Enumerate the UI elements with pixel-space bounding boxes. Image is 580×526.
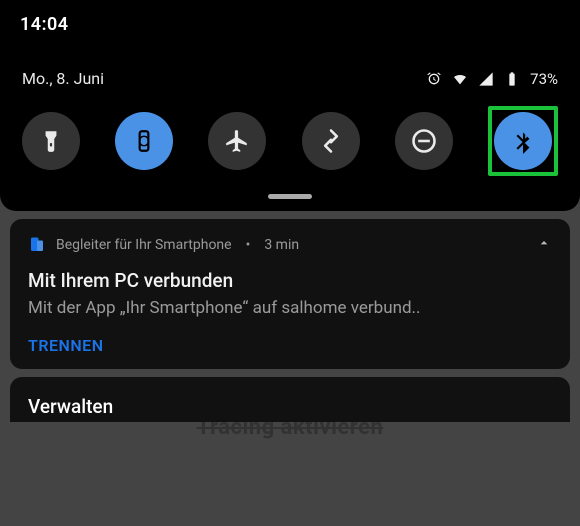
notification-card[interactable]: Begleiter für Ihr Smartphone • 3 min Mit… bbox=[10, 219, 570, 369]
status-bar: 14:04 bbox=[0, 0, 580, 43]
disconnect-button[interactable]: TRENNEN bbox=[28, 336, 552, 355]
quick-settings-tiles bbox=[20, 102, 560, 182]
quick-settings-header: Mo., 8. Juni 73% bbox=[20, 51, 560, 102]
chevron-up-icon bbox=[536, 235, 552, 251]
battery-pct: 73% bbox=[530, 70, 558, 88]
notification-app-name: Begleiter für Ihr Smartphone bbox=[56, 237, 232, 253]
separator: • bbox=[246, 237, 251, 253]
flashlight-icon bbox=[38, 128, 64, 154]
phone-link-icon bbox=[28, 236, 46, 254]
alarm-icon bbox=[426, 71, 442, 87]
notification-body: Mit der App „Ihr Smartphone“ auf salhome… bbox=[28, 298, 552, 318]
manage-label: Verwalten bbox=[28, 395, 113, 418]
panel-handle[interactable] bbox=[268, 194, 312, 199]
manage-notifications[interactable]: Verwalten bbox=[10, 377, 570, 422]
do-not-disturb-tile[interactable] bbox=[395, 112, 453, 170]
notification-header: Begleiter für Ihr Smartphone • 3 min bbox=[28, 235, 552, 255]
airplane-icon bbox=[224, 128, 250, 154]
notification-age: 3 min bbox=[264, 237, 299, 253]
clock: 14:04 bbox=[20, 14, 560, 35]
airplane-mode-tile[interactable] bbox=[208, 112, 266, 170]
sync-tile[interactable] bbox=[302, 112, 360, 170]
date-label: Mo., 8. Juni bbox=[22, 69, 104, 88]
do-not-disturb-icon bbox=[410, 127, 438, 155]
sync-icon bbox=[317, 127, 345, 155]
bluetooth-icon bbox=[510, 128, 536, 154]
battery-icon bbox=[504, 71, 520, 87]
collapse-toggle[interactable] bbox=[536, 235, 552, 255]
signal-icon bbox=[478, 71, 494, 87]
flashlight-tile[interactable] bbox=[22, 112, 80, 170]
bluetooth-highlight bbox=[488, 106, 558, 176]
status-icons: 73% bbox=[426, 70, 558, 88]
wifi-icon bbox=[452, 71, 468, 87]
quick-settings-panel: Mo., 8. Juni 73% bbox=[0, 43, 580, 211]
screen-rotation-tile[interactable] bbox=[115, 112, 173, 170]
bluetooth-tile[interactable] bbox=[494, 112, 552, 170]
phone-rotate-icon bbox=[131, 128, 157, 154]
notification-title: Mit Ihrem PC verbunden bbox=[28, 269, 552, 292]
